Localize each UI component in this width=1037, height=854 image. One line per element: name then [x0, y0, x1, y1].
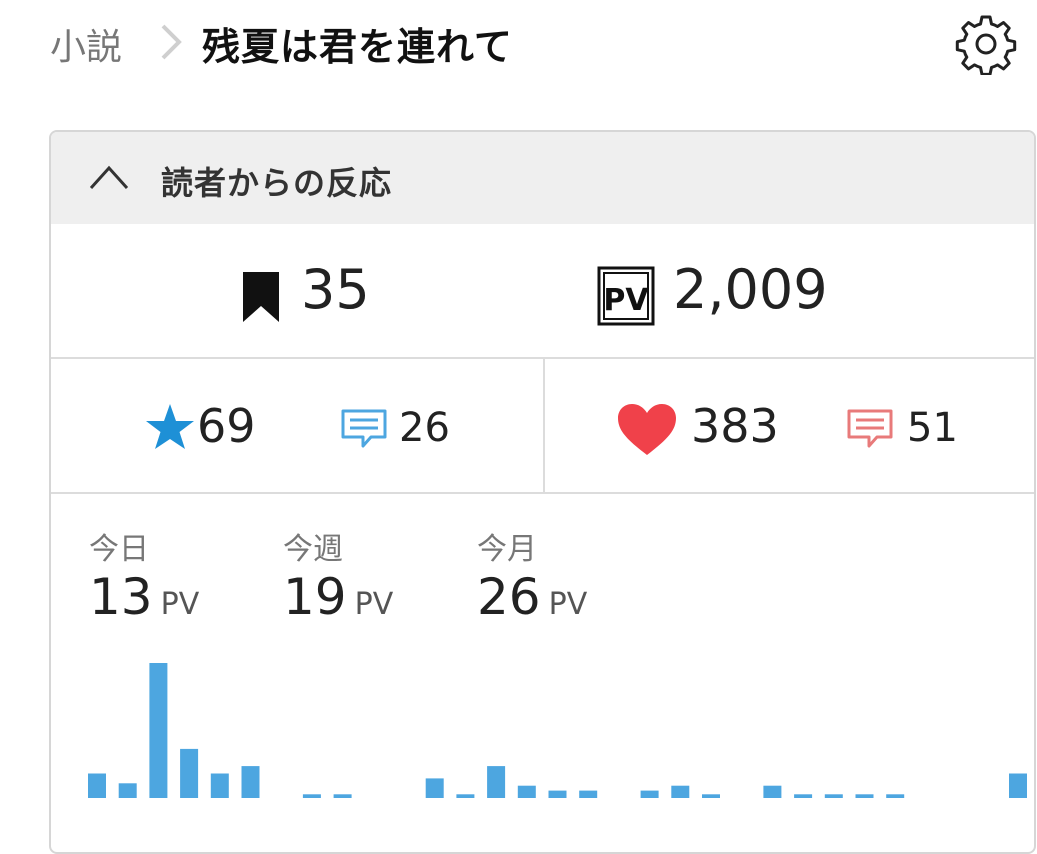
bookmark-icon: [243, 272, 279, 322]
chart-bar: [487, 766, 506, 798]
period-week: 今週 19 PV: [283, 524, 393, 626]
chart-bar: [794, 794, 813, 798]
period-label: 今週: [283, 532, 343, 567]
chart-bar: [517, 785, 536, 798]
chart-bar: [210, 773, 229, 798]
chart-bar: [333, 794, 352, 798]
chart-bar: [548, 790, 567, 798]
gear-icon[interactable]: [955, 13, 1017, 75]
reactions-row: 69 26 383 51: [51, 359, 1034, 494]
period-value: 26: [477, 568, 541, 626]
star-icon: [146, 404, 194, 449]
period-month: 今月 26 PV: [477, 524, 587, 626]
period-unit: PV: [354, 587, 394, 622]
chart-bar: [886, 794, 905, 798]
comment-icon[interactable]: [341, 409, 387, 449]
period-unit: PV: [160, 587, 200, 622]
header: 小説 残夏は君を連れて: [0, 0, 1037, 90]
heart-comment-count: 51: [907, 405, 958, 451]
chart-bar: [1009, 773, 1027, 798]
page-title: 残夏は君を連れて: [202, 25, 513, 69]
chart-bar: [702, 794, 720, 798]
chart-bar: [763, 785, 782, 798]
chart-bar: [456, 794, 475, 798]
panel-header-toggle[interactable]: 読者からの反応: [51, 132, 1034, 224]
reader-reaction-panel: 読者からの反応 35 PV 2,009 69 26 383 51 今日 13 P…: [49, 130, 1036, 854]
star-comment-count: 26: [399, 405, 450, 451]
bookmark-count: 35: [301, 258, 370, 321]
svg-text:PV: PV: [603, 283, 649, 318]
pv-total: 2,009: [673, 258, 828, 321]
chart-bar: [302, 794, 321, 798]
period-label: 今日: [89, 532, 149, 567]
chart-bar: [149, 663, 168, 798]
chart-bar: [88, 773, 106, 798]
period-label: 今月: [477, 532, 537, 567]
chart-bar: [118, 783, 137, 798]
period-unit: PV: [548, 587, 588, 622]
chart-bar: [671, 785, 690, 798]
chevron-up-icon: [89, 165, 129, 190]
panel-title: 読者からの反応: [161, 164, 393, 202]
period-today: 今日 13 PV: [89, 524, 199, 626]
chart-bar: [824, 794, 843, 798]
daily-pv-chart: [88, 663, 1027, 798]
pv-icon: PV: [597, 266, 655, 326]
totals-row: 35 PV 2,009: [51, 224, 1034, 359]
chart-bar: [579, 790, 598, 798]
chart-bar: [241, 766, 260, 798]
star-count: 69: [197, 399, 256, 453]
period-value: 13: [89, 568, 153, 626]
divider: [543, 359, 545, 492]
period-value: 19: [283, 568, 347, 626]
chart-bar: [180, 748, 199, 798]
heart-icon: [618, 404, 676, 455]
chevron-right-icon: [161, 24, 182, 60]
chart-bar: [855, 794, 874, 798]
comment-icon[interactable]: [847, 409, 893, 449]
chart-bar: [640, 790, 659, 798]
chart-bar: [425, 778, 444, 798]
breadcrumb-parent[interactable]: 小説: [50, 18, 122, 70]
heart-count: 383: [691, 399, 779, 453]
